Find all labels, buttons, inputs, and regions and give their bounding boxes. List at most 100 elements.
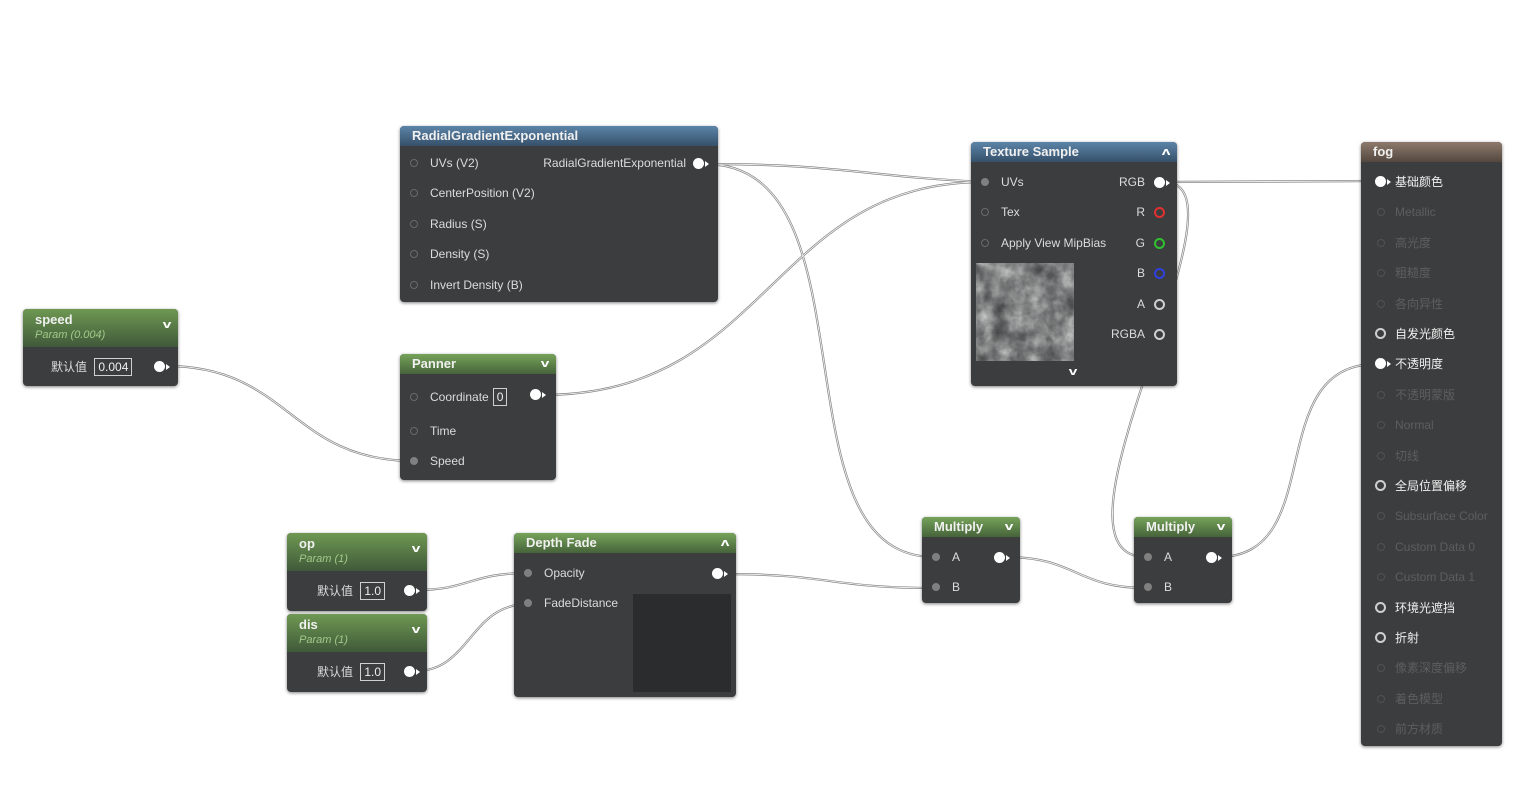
input-pin[interactable] xyxy=(1377,573,1385,582)
output-b[interactable]: B xyxy=(1137,264,1165,282)
input-pin[interactable] xyxy=(524,569,532,577)
node-title: Depth Fade xyxy=(526,535,597,550)
multiply-node-2[interactable]: Multiply v A B xyxy=(1134,517,1232,603)
default-value-input[interactable]: 1.0 xyxy=(360,582,386,600)
input-pin[interactable] xyxy=(1375,480,1386,491)
node-title: op xyxy=(299,536,315,551)
input-pin[interactable] xyxy=(1377,694,1385,703)
chevron-up-icon[interactable]: v xyxy=(721,533,730,553)
chevron-down-icon[interactable]: v xyxy=(412,543,421,555)
node-header[interactable]: speed Param (0.004) v xyxy=(23,309,178,347)
input-pin[interactable] xyxy=(410,393,418,401)
output-r[interactable]: R xyxy=(1136,203,1165,221)
output-rgba[interactable]: RGBA xyxy=(1111,325,1165,343)
output-pin[interactable] xyxy=(404,585,415,596)
panner-node[interactable]: Panner v Coordinate 0 Time Speed xyxy=(400,354,556,480)
pin-label: Opacity xyxy=(544,566,585,580)
input-pin[interactable] xyxy=(410,427,418,435)
output-g[interactable]: G xyxy=(1136,234,1165,252)
wire-multiply1-to-multiply2-b xyxy=(1005,555,1147,590)
node-header[interactable]: dis Param (1) v xyxy=(287,614,427,652)
depth-fade-node[interactable]: Depth Fade v Opacity FadeDistance xyxy=(514,533,736,697)
input-pin[interactable] xyxy=(410,457,418,465)
input-pin[interactable] xyxy=(1375,601,1386,613)
input-pin[interactable] xyxy=(981,208,989,216)
node-header[interactable]: RadialGradientExponential xyxy=(400,126,718,146)
input-pin[interactable] xyxy=(410,250,418,258)
input-pin[interactable] xyxy=(1375,632,1386,643)
output-pin[interactable] xyxy=(994,552,1005,563)
default-value-input[interactable]: 0.004 xyxy=(94,358,133,376)
chevron-down-icon[interactable]: v xyxy=(163,319,172,331)
input-pin[interactable] xyxy=(1377,512,1385,521)
input-pin[interactable] xyxy=(1377,238,1385,247)
node-header[interactable]: Depth Fade v xyxy=(514,533,736,553)
speed-param-node[interactable]: speed Param (0.004) v 默认值 0.004 xyxy=(23,309,178,386)
input-pin[interactable] xyxy=(1377,664,1385,673)
input-pin[interactable] xyxy=(1377,390,1385,399)
output-pin[interactable] xyxy=(404,666,415,677)
output-pin[interactable] xyxy=(1154,238,1165,249)
input-pin[interactable] xyxy=(1377,299,1385,308)
fog-material-node[interactable]: fog 基础颜色 Metallic 高光度 粗糙度 各向异性 自发光颜色 不透明度 不透明蒙版… xyxy=(1361,142,1502,746)
node-header[interactable]: fog xyxy=(1361,142,1502,162)
input-pin[interactable] xyxy=(932,583,940,591)
pin-label: 各向异性 xyxy=(1395,296,1444,311)
output-pin[interactable] xyxy=(1154,299,1165,310)
input-pin[interactable] xyxy=(1377,451,1385,460)
node-title: dis xyxy=(299,617,318,632)
input-pin[interactable] xyxy=(1377,725,1385,734)
input-pin[interactable] xyxy=(981,178,989,186)
output-pin[interactable] xyxy=(1154,329,1165,340)
input-pin[interactable] xyxy=(1375,328,1386,339)
input-pin[interactable] xyxy=(1377,208,1385,217)
texture-sample-node[interactable]: Texture Sample v UVs Tex Apply View MipB… xyxy=(971,142,1177,386)
default-value-input[interactable]: 1.0 xyxy=(360,663,386,681)
coordinate-value-input[interactable]: 0 xyxy=(492,388,508,406)
node-header[interactable]: Multiply v xyxy=(1134,517,1232,537)
input-pin[interactable] xyxy=(1375,358,1386,370)
input-pin[interactable] xyxy=(1144,583,1152,591)
node-title: RadialGradientExponential xyxy=(412,128,579,143)
pin-label: A xyxy=(1164,550,1173,564)
chevron-down-icon[interactable]: v xyxy=(1005,517,1014,537)
node-header[interactable]: Panner v xyxy=(400,354,556,374)
input-pin[interactable] xyxy=(981,239,989,247)
node-header[interactable]: op Param (1) v xyxy=(287,533,427,571)
input-pin[interactable] xyxy=(1377,542,1385,551)
input-pin[interactable] xyxy=(1375,176,1386,187)
input-pin[interactable] xyxy=(524,599,532,607)
node-header[interactable]: Multiply v xyxy=(922,517,1020,537)
input-pin[interactable] xyxy=(410,159,418,167)
output-rgb[interactable]: RGB xyxy=(1119,173,1170,191)
input-pin[interactable] xyxy=(410,220,418,228)
input-pin[interactable] xyxy=(932,553,940,561)
pin-label: Invert Density (B) xyxy=(430,278,523,292)
op-param-node[interactable]: op Param (1) v 默认值 1.0 xyxy=(287,533,427,611)
input-pin[interactable] xyxy=(410,189,418,197)
node-header[interactable]: Texture Sample v xyxy=(971,142,1177,162)
chevron-down-icon[interactable]: v xyxy=(1069,366,1078,378)
multiply-node-1[interactable]: Multiply v A B xyxy=(922,517,1020,603)
chevron-down-icon[interactable]: v xyxy=(541,354,550,374)
output-pin[interactable] xyxy=(1154,177,1165,188)
radial-gradient-node[interactable]: RadialGradientExponential UVs (V2) Cente… xyxy=(400,126,718,302)
output-pin[interactable] xyxy=(1154,207,1165,218)
dis-param-node[interactable]: dis Param (1) v 默认值 1.0 xyxy=(287,614,427,692)
input-pin[interactable] xyxy=(1377,269,1385,278)
output-pin[interactable] xyxy=(712,568,723,579)
output-radial-gradient[interactable]: RadialGradientExponential xyxy=(543,154,709,172)
output-pin[interactable] xyxy=(1154,268,1165,279)
chevron-down-icon[interactable]: v xyxy=(1217,517,1226,537)
chevron-down-icon[interactable]: v xyxy=(412,624,421,636)
output-pin[interactable] xyxy=(154,361,165,372)
chevron-up-icon[interactable]: v xyxy=(1162,142,1171,162)
input-pin[interactable] xyxy=(410,281,418,289)
output-pin[interactable] xyxy=(1206,552,1217,563)
arrow-icon xyxy=(416,588,420,594)
output-pin[interactable] xyxy=(530,389,541,400)
input-pin[interactable] xyxy=(1144,553,1152,561)
output-pin[interactable] xyxy=(693,158,704,169)
output-a[interactable]: A xyxy=(1137,295,1165,313)
input-pin[interactable] xyxy=(1377,421,1385,430)
